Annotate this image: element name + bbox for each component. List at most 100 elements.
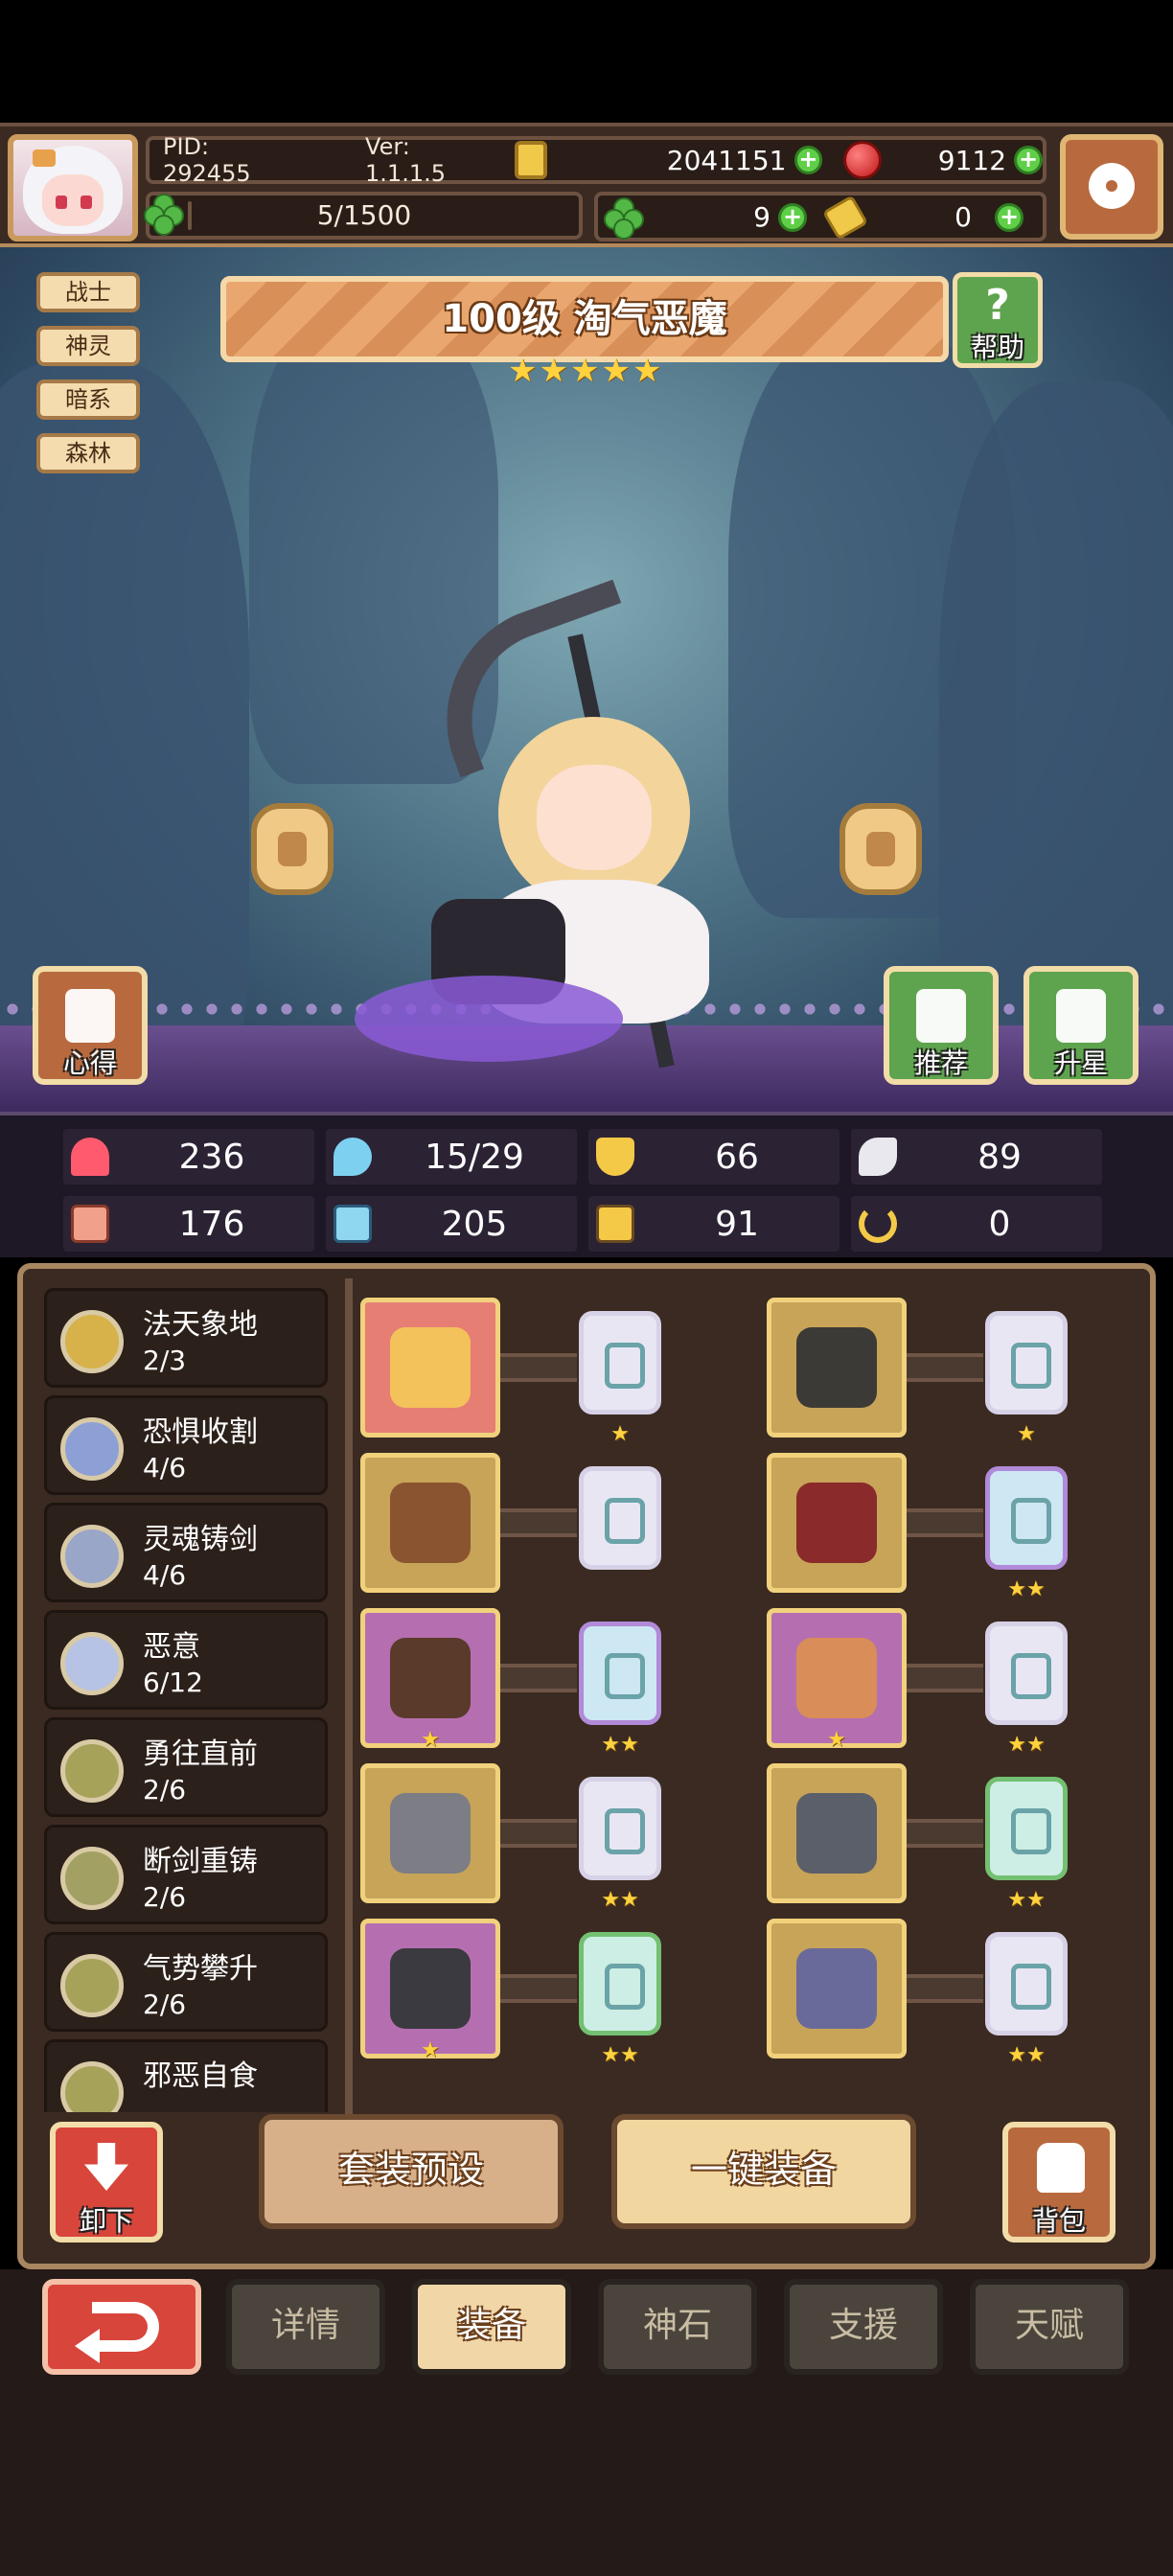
item-stars: ★	[827, 1728, 846, 1752]
bag-button[interactable]: 背包	[1002, 2122, 1116, 2242]
insight-button[interactable]: 心得	[33, 966, 148, 1085]
previous-hero-button[interactable]	[251, 803, 334, 895]
hero-name-banner: 100级 淘气恶魔	[220, 276, 949, 362]
gem-socket[interactable]: ★	[565, 1298, 675, 1445]
tag-race[interactable]: 神灵	[36, 326, 140, 366]
stone-stars: ★★	[601, 1733, 639, 1757]
set-emblem-icon	[60, 1417, 124, 1481]
set-bonus-list[interactable]: 法天象地 2/3 恐惧收割 4/6 灵魂铸剑 4/6 恶意 6/12 勇往直前 2/6 断剑重铸 2/…	[44, 1288, 332, 2112]
shield-icon	[596, 1138, 634, 1176]
equipment-slot[interactable]	[767, 1453, 907, 1593]
tab-talent[interactable]: 天赋	[970, 2279, 1129, 2375]
equipment-slot[interactable]	[360, 1453, 500, 1593]
recommend-button[interactable]: 推荐	[884, 966, 999, 1085]
equipment-slot[interactable]	[767, 1298, 907, 1438]
player-avatar[interactable]	[8, 134, 138, 242]
set-progress: 2/6	[143, 1989, 187, 2020]
book-icon	[65, 989, 115, 1043]
avatar-eye	[80, 196, 92, 209]
set-bonus-item[interactable]: 断剑重铸 2/6	[44, 1825, 328, 1924]
equipment-slot[interactable]	[360, 1298, 500, 1438]
tab-support[interactable]: 支援	[784, 2279, 943, 2375]
insight-label: 心得	[62, 1047, 117, 1079]
set-bonus-item[interactable]: 法天象地 2/3	[44, 1288, 328, 1388]
red-gem-icon	[843, 141, 883, 179]
set-progress: 6/12	[143, 1667, 203, 1698]
add-gold-button[interactable]: +	[794, 146, 823, 174]
gem-socket[interactable]: ★★	[972, 1763, 1081, 1911]
equipment-slot[interactable]	[767, 1919, 907, 2058]
tag-element[interactable]: 暗系	[36, 380, 140, 420]
equipment-slot[interactable]: ★	[767, 1608, 907, 1752]
set-emblem-icon	[60, 1847, 124, 1910]
resource-header: PID: 292455 Ver: 1.1.1.5 2041151 + 9112 …	[0, 123, 1173, 247]
tab-equipment[interactable]: 装备	[412, 2279, 571, 2375]
star-icon: ★	[508, 352, 538, 390]
game-version: Ver: 1.1.1.5	[365, 133, 446, 187]
stat-crit: 91	[588, 1196, 840, 1252]
set-bonus-item[interactable]: 恐惧收割 4/6	[44, 1395, 328, 1495]
gem-socket[interactable]: ★★	[565, 1763, 675, 1911]
question-icon: ?	[985, 281, 1010, 330]
tab-godstone[interactable]: 神石	[598, 2279, 757, 2375]
set-name: 法天象地	[143, 1308, 258, 1342]
rune-stone-icon	[985, 1466, 1068, 1570]
rune-stone-icon	[985, 1932, 1068, 2036]
stat-defense: 66	[588, 1129, 840, 1184]
gem-socket[interactable]: ★★	[565, 1919, 675, 2066]
gold-amount: 2041151	[666, 144, 787, 176]
unequip-button[interactable]: 卸下	[50, 2122, 163, 2242]
equipment-slot[interactable]: ★	[360, 1919, 500, 2061]
tag-class[interactable]: 战士	[36, 272, 140, 312]
gem-socket[interactable]: ★★	[972, 1608, 1081, 1756]
stat-speed: 89	[851, 1129, 1102, 1184]
add-scroll-button[interactable]: +	[995, 203, 1024, 232]
crit-icon	[596, 1205, 634, 1243]
settings-button[interactable]	[1060, 134, 1163, 240]
set-bonus-item[interactable]: 勇往直前 2/6	[44, 1717, 328, 1817]
tab-details[interactable]: 详情	[226, 2279, 385, 2375]
recommend-label: 推荐	[913, 1047, 968, 1079]
set-progress: 2/3	[143, 1345, 187, 1376]
equipment-item-icon	[390, 1793, 471, 1874]
fist-icon	[71, 1205, 109, 1243]
back-button[interactable]	[42, 2279, 201, 2375]
set-name: 邪恶自食	[143, 2059, 258, 2093]
gold-coin-icon	[515, 141, 548, 179]
gem-socket[interactable]: ★★	[972, 1453, 1081, 1600]
stone-stars: ★★	[1007, 1577, 1046, 1601]
equipment-item-icon	[390, 1638, 471, 1718]
gem-socket[interactable]: ★★	[565, 1608, 675, 1756]
horseshoe-icon	[859, 1205, 897, 1243]
set-preset-button[interactable]: 套装预设	[259, 2114, 564, 2229]
auto-equip-button[interactable]: 一键装备	[611, 2114, 916, 2229]
tag-habitat[interactable]: 森林	[36, 433, 140, 473]
set-progress: 4/6	[143, 1559, 187, 1591]
help-button[interactable]: ? 帮助	[953, 272, 1043, 368]
add-gem-button[interactable]: +	[1014, 146, 1043, 174]
hero-sprite[interactable]	[355, 579, 767, 1071]
set-bonus-item[interactable]: 气势攀升 2/6	[44, 1932, 328, 2032]
stone-stars: ★★	[1007, 1888, 1046, 1912]
equipment-slot[interactable]: ★	[360, 1608, 500, 1751]
secondary-resource-bar: 9 + 0 +	[594, 192, 1046, 242]
star-up-button[interactable]: 升星	[1024, 966, 1138, 1085]
add-clover-button[interactable]: +	[778, 203, 807, 232]
return-arrow-icon	[92, 2302, 159, 2352]
gem-socket[interactable]: ★★	[972, 1919, 1081, 2066]
set-bonus-item[interactable]: 恶意 6/12	[44, 1610, 328, 1710]
set-bonus-item[interactable]: 灵魂铸剑 4/6	[44, 1503, 328, 1602]
next-hero-button[interactable]	[840, 803, 922, 895]
star-icon: ★	[601, 352, 631, 390]
avatar-bow	[33, 150, 56, 167]
equipment-slot[interactable]	[360, 1763, 500, 1903]
set-progress: 2/6	[143, 1881, 187, 1913]
player-info-bar: PID: 292455 Ver: 1.1.1.5 2041151 + 9112 …	[146, 133, 1046, 187]
gem-socket[interactable]: ★	[972, 1298, 1081, 1445]
hero-star-rating: ★ ★ ★ ★ ★	[508, 355, 661, 387]
set-name: 恶意	[143, 1630, 200, 1664]
equipment-slot[interactable]	[767, 1763, 907, 1903]
gem-socket[interactable]	[565, 1453, 675, 1593]
hero-title: 100级 淘气恶魔	[442, 297, 727, 341]
equipment-item-icon	[796, 1948, 877, 2029]
